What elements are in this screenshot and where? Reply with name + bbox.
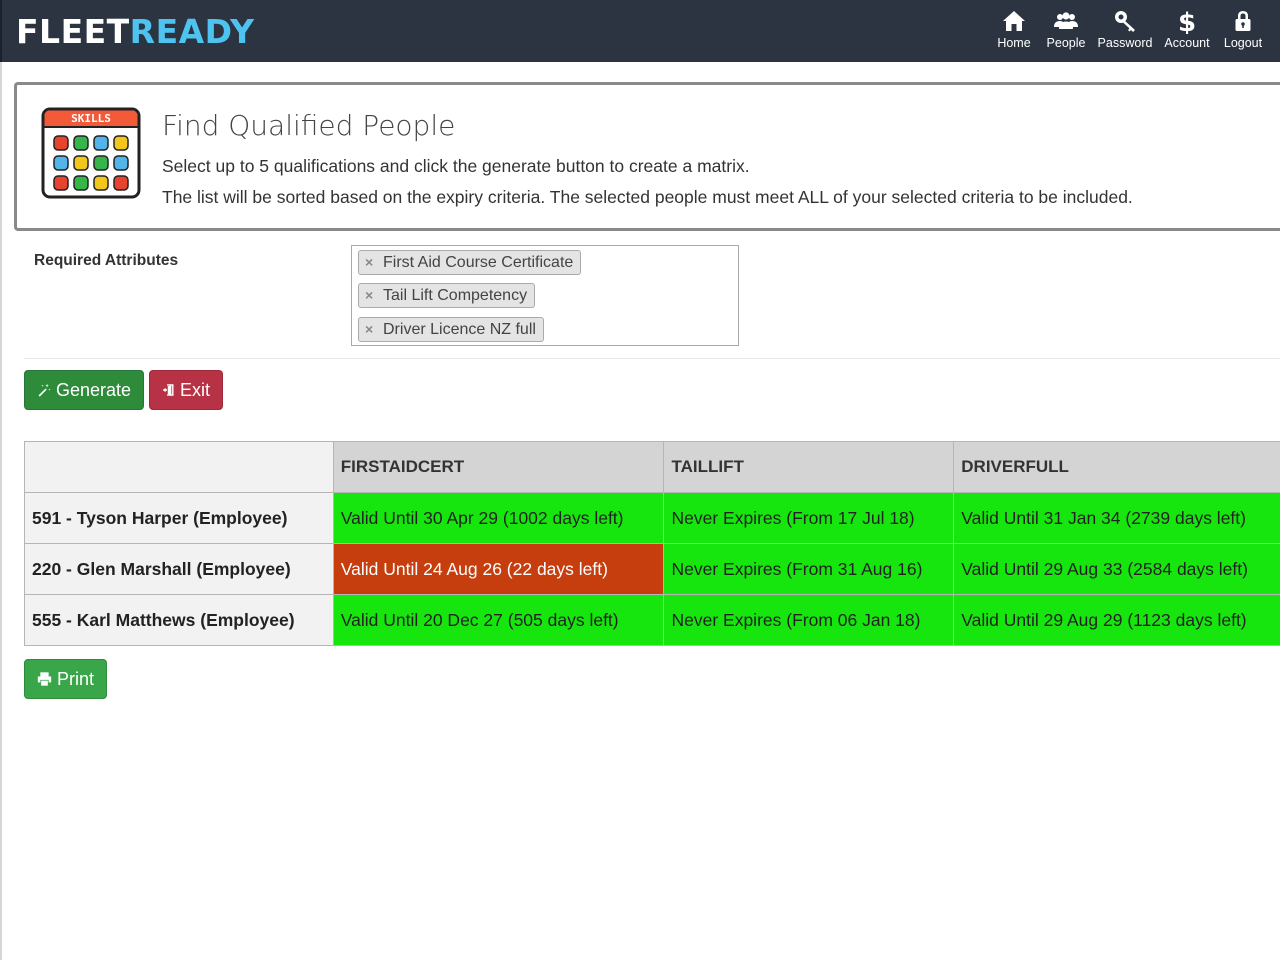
divider (24, 358, 1280, 359)
nav-logout-label: Logout (1223, 36, 1263, 50)
table-header-row: FIRSTAIDCERT TAILLIFT DRIVERFULL (24, 441, 1280, 493)
qualification-cell: Never Expires (From 17 Jul 18) (663, 492, 955, 544)
exit-button[interactable]: Exit (149, 370, 223, 410)
nav-home[interactable]: Home (992, 8, 1036, 50)
qualification-cell: Never Expires (From 31 Aug 16) (663, 543, 955, 595)
home-icon (1003, 11, 1025, 31)
attribute-chip: × Tail Lift Competency (358, 283, 536, 308)
attribute-chip-label: Driver Licence NZ full (383, 321, 536, 338)
top-navbar: FLEETREADY Home People Password $ Accoun… (0, 0, 1280, 62)
qualification-cell: Valid Until 29 Aug 33 (2584 days left) (953, 543, 1280, 595)
generate-button-label: Generate (55, 379, 131, 400)
column-header: DRIVERFULL (953, 441, 1280, 493)
nav-password-label: Password (1097, 36, 1153, 50)
dollar-icon: $ (1178, 8, 1196, 34)
page-title: Find Qualified People (162, 109, 456, 142)
attribute-chip: × Driver Licence NZ full (358, 317, 544, 342)
magic-wand-icon (38, 383, 51, 397)
instruction-text: Select up to 5 qualifications and click … (162, 156, 750, 176)
qualification-cell: Valid Until 20 Dec 27 (505 days left) (332, 594, 665, 646)
left-border (0, 62, 2, 960)
brand-logo[interactable]: FLEETREADY (16, 13, 255, 51)
qualification-cell: Never Expires (From 06 Jan 18) (663, 594, 955, 646)
person-cell: 220 - Glen Marshall (Employee) (24, 543, 334, 595)
nav-people-label: People (1046, 36, 1086, 50)
required-attributes-label: Required Attributes (34, 252, 179, 269)
printer-icon (37, 672, 52, 686)
svg-text:$: $ (1178, 8, 1196, 34)
person-cell: 555 - Karl Matthews (Employee) (24, 594, 334, 646)
attribute-chip-label: First Aid Course Certificate (383, 254, 574, 271)
brand-logo-part1: FLEET (16, 12, 130, 51)
table-row: 220 - Glen Marshall (Employee) Valid Unt… (24, 543, 1280, 595)
column-header: FIRSTAIDCERT (332, 441, 665, 493)
remove-chip-icon[interactable]: × (365, 251, 373, 274)
qualification-cell: Valid Until 29 Aug 29 (1123 days left) (953, 594, 1280, 646)
sorting-note-text: The list will be sorted based on the exp… (162, 187, 1133, 207)
header-panel: SKILLS Find Qualified People Select up t… (14, 82, 1280, 231)
brand-logo-part2: READY (129, 12, 255, 51)
qualification-matrix-table: FIRSTAIDCERT TAILLIFT DRIVERFULL 591 - T… (24, 441, 1280, 646)
attribute-chip: × First Aid Course Certificate (358, 250, 582, 275)
nav-home-label: Home (997, 36, 1031, 50)
remove-chip-icon[interactable]: × (365, 284, 373, 307)
key-icon (1115, 11, 1135, 32)
nav-people[interactable]: People (1044, 8, 1088, 50)
table-corner-header (24, 441, 334, 493)
door-exit-icon (162, 384, 174, 396)
people-icon (1054, 12, 1078, 29)
qualification-cell: Valid Until 31 Jan 34 (2739 days left) (953, 492, 1280, 544)
column-header: TAILLIFT (663, 441, 955, 493)
print-button[interactable]: Print (24, 659, 107, 699)
table-row: 555 - Karl Matthews (Employee) Valid Unt… (24, 594, 1280, 646)
nav-logout[interactable]: Logout (1220, 8, 1266, 50)
required-attributes-multiselect[interactable]: × First Aid Course Certificate × Tail Li… (351, 245, 739, 346)
qualification-cell: Valid Until 30 Apr 29 (1002 days left) (332, 492, 665, 544)
qualification-cell: Valid Until 24 Aug 26 (22 days left) (332, 543, 665, 595)
remove-chip-icon[interactable]: × (365, 318, 373, 341)
person-cell: 591 - Tyson Harper (Employee) (24, 492, 334, 544)
table-row: 591 - Tyson Harper (Employee) Valid Unti… (24, 492, 1280, 544)
nav-password[interactable]: Password (1096, 8, 1154, 50)
print-button-label: Print (56, 668, 94, 689)
attribute-chip-label: Tail Lift Competency (383, 287, 528, 304)
lock-icon (1235, 11, 1251, 31)
nav-account[interactable]: $ Account (1162, 8, 1212, 50)
generate-button[interactable]: Generate (24, 370, 144, 410)
nav-menu: Home People Password $ Account Logout (984, 8, 1266, 50)
exit-button-label: Exit (179, 379, 210, 400)
skills-icon-text: SKILLS (71, 112, 111, 125)
nav-account-label: Account (1164, 36, 1210, 50)
skills-calendar-icon: SKILLS (41, 107, 141, 199)
